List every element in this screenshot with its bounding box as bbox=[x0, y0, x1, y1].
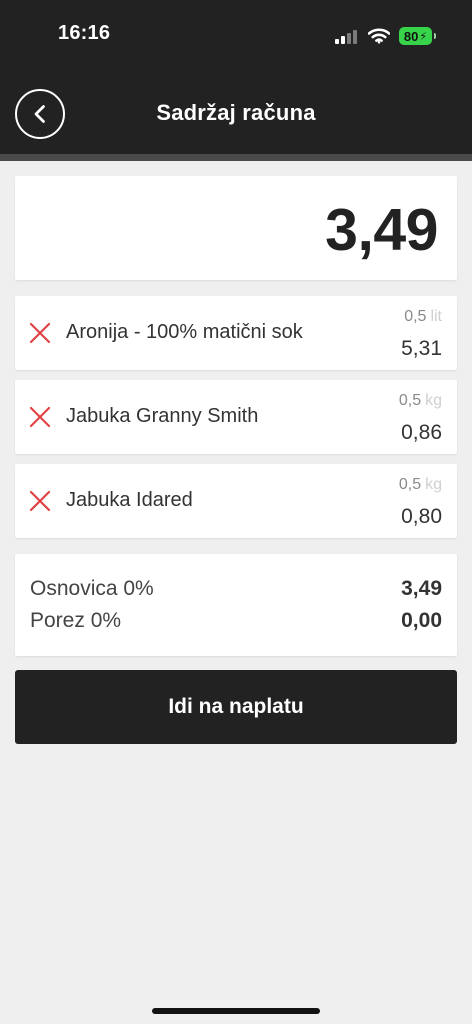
item-quantity: 0,5 kg bbox=[399, 476, 442, 494]
item-quantity: 0,5 lit bbox=[404, 308, 442, 326]
total-card: 3,49 bbox=[15, 176, 457, 280]
remove-item-button[interactable] bbox=[28, 405, 52, 429]
item-quantity-value: 0,5 bbox=[398, 392, 422, 409]
battery-level: 80 bbox=[403, 28, 419, 44]
remove-item-button[interactable] bbox=[28, 321, 52, 345]
summary-label: Porez 0% bbox=[30, 609, 122, 632]
status-time: 16:16 bbox=[58, 22, 111, 44]
summary-card: Osnovica 0% 3,49 Porez 0% 0,00 bbox=[15, 554, 457, 656]
charging-battery-icon: 80 ⚡ bbox=[399, 27, 436, 45]
status-indicators: 80 ⚡ bbox=[335, 24, 436, 48]
list-item: Aronija - 100% matični sok 0,5 lit 5,31 bbox=[15, 296, 457, 370]
item-price: 5,31 bbox=[401, 337, 442, 360]
item-price: 0,80 bbox=[401, 505, 442, 528]
pay-button[interactable]: Idi na naplatu bbox=[15, 670, 457, 744]
item-price: 0,86 bbox=[401, 421, 442, 444]
remove-item-button[interactable] bbox=[28, 489, 52, 513]
summary-value: 0,00 bbox=[401, 609, 442, 632]
summary-label: Osnovica 0% bbox=[30, 577, 154, 600]
item-unit: kg bbox=[425, 392, 442, 409]
header-divider bbox=[0, 154, 472, 161]
summary-row-base: Osnovica 0% 3,49 bbox=[30, 577, 442, 607]
summary-value: 3,49 bbox=[401, 577, 442, 600]
charging-bolt-icon: ⚡ bbox=[419, 30, 428, 43]
list-item: Jabuka Idared 0,5 kg 0,80 bbox=[15, 464, 457, 538]
item-unit: lit bbox=[430, 308, 442, 325]
item-unit: kg bbox=[425, 476, 442, 493]
item-name: Jabuka Granny Smith bbox=[66, 405, 259, 427]
item-name: Aronija - 100% matični sok bbox=[66, 321, 303, 343]
list-item: Jabuka Granny Smith 0,5 kg 0,86 bbox=[15, 380, 457, 454]
wifi-icon bbox=[368, 28, 390, 44]
home-indicator[interactable] bbox=[152, 1008, 320, 1014]
summary-row-tax: Porez 0% 0,00 bbox=[30, 609, 442, 639]
page-title: Sadržaj računa bbox=[156, 100, 316, 125]
item-quantity-value: 0,5 bbox=[398, 476, 422, 493]
item-name: Jabuka Idared bbox=[66, 489, 193, 511]
app-header: 16:16 80 ⚡ Sadržaj računa bbox=[0, 0, 472, 161]
signal-strength-icon bbox=[335, 28, 359, 44]
total-amount: 3,49 bbox=[325, 197, 438, 263]
item-quantity-value: 0,5 bbox=[404, 308, 427, 325]
item-quantity: 0,5 kg bbox=[399, 392, 442, 410]
